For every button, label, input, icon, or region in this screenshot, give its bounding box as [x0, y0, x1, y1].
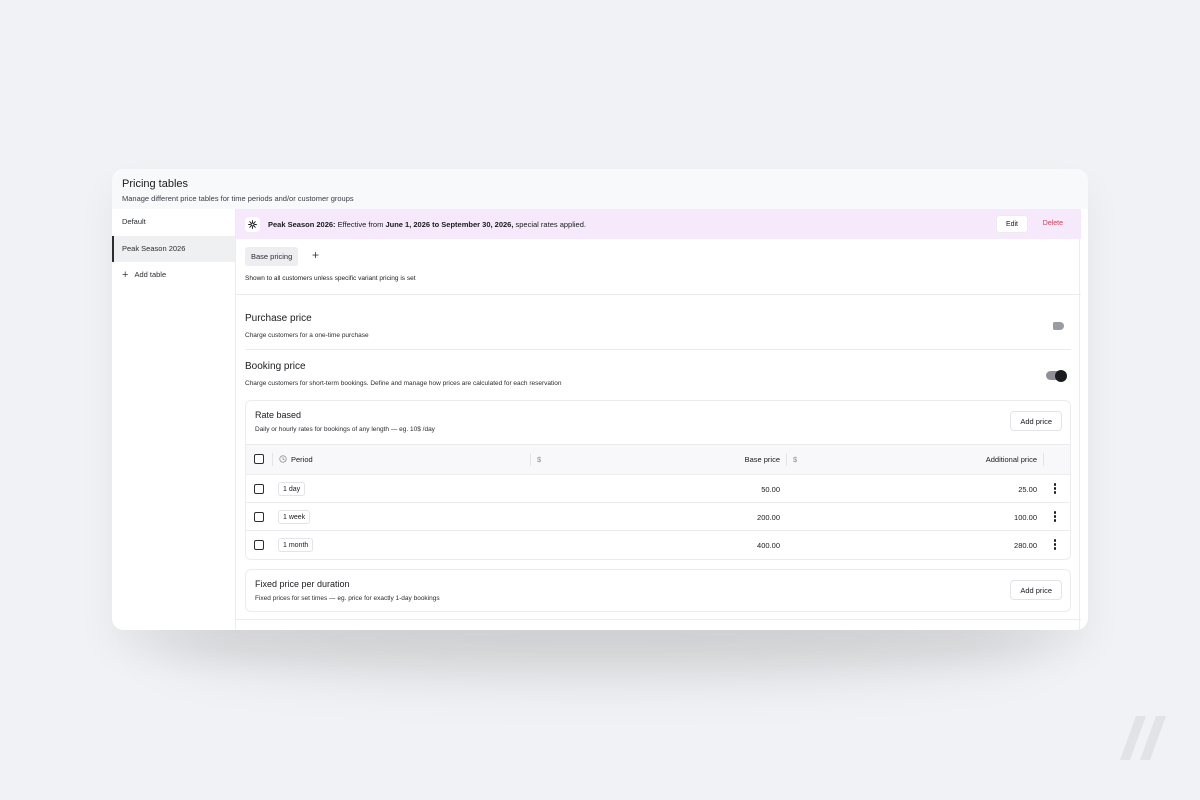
table-row: 1 month 400.00 280.00	[246, 530, 1070, 558]
purchase-price-title: Purchase price	[245, 313, 312, 324]
select-all-checkbox[interactable]	[254, 454, 264, 464]
booking-price-description: Charge customers for short-term bookings…	[245, 380, 562, 387]
page-title: Pricing tables	[122, 178, 189, 190]
sidebar-item-default[interactable]: Default	[112, 209, 235, 235]
fixed-price-description: Fixed prices for set times — eg. price f…	[255, 595, 440, 602]
column-separator	[272, 453, 273, 466]
column-separator	[530, 453, 531, 466]
toggle-knob	[1055, 369, 1067, 382]
column-header-period[interactable]: Period	[291, 455, 313, 464]
banner-text-part: Effective from	[335, 219, 386, 229]
plus-icon: +	[312, 248, 320, 262]
delete-button[interactable]: Delete	[1043, 215, 1063, 233]
pricing-table-panel: Peak Season 2026: Effective from June 1,…	[235, 209, 1081, 630]
rate-based-title: Rate based	[255, 410, 302, 420]
base-price-cell: 200.00	[757, 513, 780, 522]
booking-price-title: Booking price	[245, 361, 306, 372]
more-options-icon[interactable]	[1050, 483, 1060, 495]
additional-price-cell: 280.00	[1014, 541, 1037, 550]
base-price-cell: 50.00	[761, 485, 780, 494]
column-header-base-price[interactable]: Base price	[646, 455, 780, 464]
column-separator	[1043, 453, 1044, 466]
pricing-table-sidebar: Default Peak Season 2026 + Add table	[112, 209, 235, 630]
additional-price-cell: 100.00	[1014, 513, 1037, 522]
fixed-price-add-price-button[interactable]: Add price	[1010, 580, 1062, 600]
fixed-price-section: Fixed price per duration Fixed prices fo…	[245, 569, 1071, 612]
more-options-icon[interactable]	[1050, 539, 1060, 551]
rate-based-add-price-button[interactable]: Add price	[1010, 411, 1062, 431]
divider	[245, 349, 1071, 350]
purchase-price-description: Charge customers for a one-time purchase	[245, 332, 369, 339]
add-table-button[interactable]: + Add table	[112, 262, 235, 288]
page-subtitle: Manage different price tables for time p…	[122, 194, 354, 203]
divider	[236, 619, 1081, 620]
table-row: 1 day 50.00 25.00	[246, 474, 1070, 502]
row-checkbox[interactable]	[254, 484, 264, 494]
rate-based-section: Rate based Daily or hourly rates for boo…	[245, 400, 1071, 560]
base-price-cell: 400.00	[757, 541, 780, 550]
edit-button[interactable]: Edit	[995, 215, 1028, 233]
plus-icon: +	[122, 268, 129, 281]
gear-icon	[245, 216, 260, 232]
column-separator	[786, 453, 787, 466]
banner-date-range: June 1, 2026 to September 30, 2026,	[385, 219, 514, 229]
currency-symbol: $	[537, 455, 542, 464]
rate-table-header: Period $ Base price $ Additional price	[246, 444, 1070, 474]
divider	[236, 294, 1081, 295]
purchase-price-toggle[interactable]	[1053, 322, 1064, 330]
pricing-tables-card: Pricing tables Manage different price ta…	[112, 169, 1088, 630]
period-badge: 1 month	[278, 538, 314, 552]
more-options-icon[interactable]	[1050, 511, 1060, 523]
clock-icon	[279, 455, 287, 463]
banner-text-part: special rates applied.	[513, 219, 586, 229]
banner-table-name: Peak Season 2026:	[268, 219, 336, 229]
fixed-price-title: Fixed price per duration	[255, 579, 350, 589]
row-checkbox[interactable]	[254, 540, 264, 550]
season-banner: Peak Season 2026: Effective from June 1,…	[236, 209, 1081, 239]
tab-base-pricing[interactable]: Base pricing	[245, 247, 299, 266]
add-variant-tab-button[interactable]: +	[312, 248, 319, 262]
rate-based-description: Daily or hourly rates for bookings of an…	[255, 426, 435, 433]
base-pricing-hint: Shown to all customers unless specific v…	[245, 275, 416, 282]
sidebar-item-peak-season-2026[interactable]: Peak Season 2026	[112, 236, 235, 262]
brand-logo	[1120, 716, 1166, 760]
period-badge: 1 day	[278, 482, 306, 496]
booking-price-toggle[interactable]	[1046, 369, 1067, 382]
column-header-additional-price[interactable]: Additional price	[896, 455, 1037, 464]
row-checkbox[interactable]	[254, 512, 264, 522]
table-row: 1 week 200.00 100.00	[246, 502, 1070, 530]
card-header: Pricing tables Manage different price ta…	[112, 169, 1088, 209]
banner-text: Peak Season 2026: Effective from June 1,…	[268, 220, 586, 229]
currency-symbol: $	[793, 455, 798, 464]
add-table-label: Add table	[134, 270, 167, 279]
period-badge: 1 week	[278, 510, 311, 524]
additional-price-cell: 25.00	[1018, 485, 1037, 494]
